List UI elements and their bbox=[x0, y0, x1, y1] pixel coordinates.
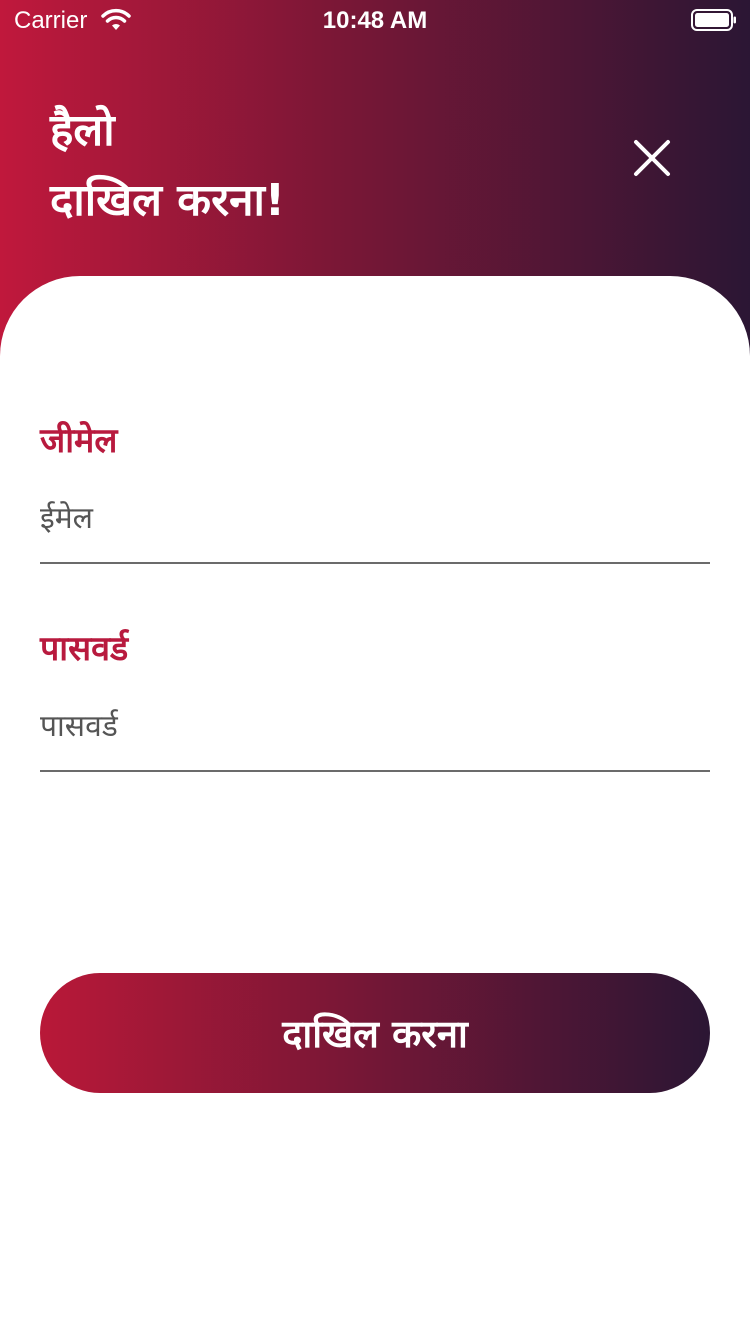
email-underline bbox=[40, 562, 710, 564]
login-button[interactable]: दाखिल करना bbox=[40, 973, 710, 1093]
greeting-line-1: हैलो bbox=[50, 105, 115, 156]
greeting-heading: हैलो दाखिल करना! bbox=[50, 96, 285, 236]
close-icon bbox=[634, 140, 670, 176]
greeting-line-2: दाखिल करना! bbox=[50, 175, 285, 226]
password-field[interactable] bbox=[40, 694, 710, 758]
email-field[interactable] bbox=[40, 486, 710, 550]
status-time: 10:48 AM bbox=[322, 7, 428, 34]
battery-full-icon bbox=[691, 9, 737, 31]
close-button[interactable] bbox=[624, 130, 680, 186]
status-bar: Carrier 10:48 AM bbox=[0, 0, 750, 40]
login-card: जीमेल पासवर्ड bbox=[0, 276, 750, 1334]
password-label: पासवर्ड bbox=[40, 629, 129, 669]
email-label: जीमेल bbox=[40, 421, 118, 461]
password-underline bbox=[40, 770, 710, 772]
login-button-label: दाखिल करना bbox=[282, 1012, 468, 1056]
